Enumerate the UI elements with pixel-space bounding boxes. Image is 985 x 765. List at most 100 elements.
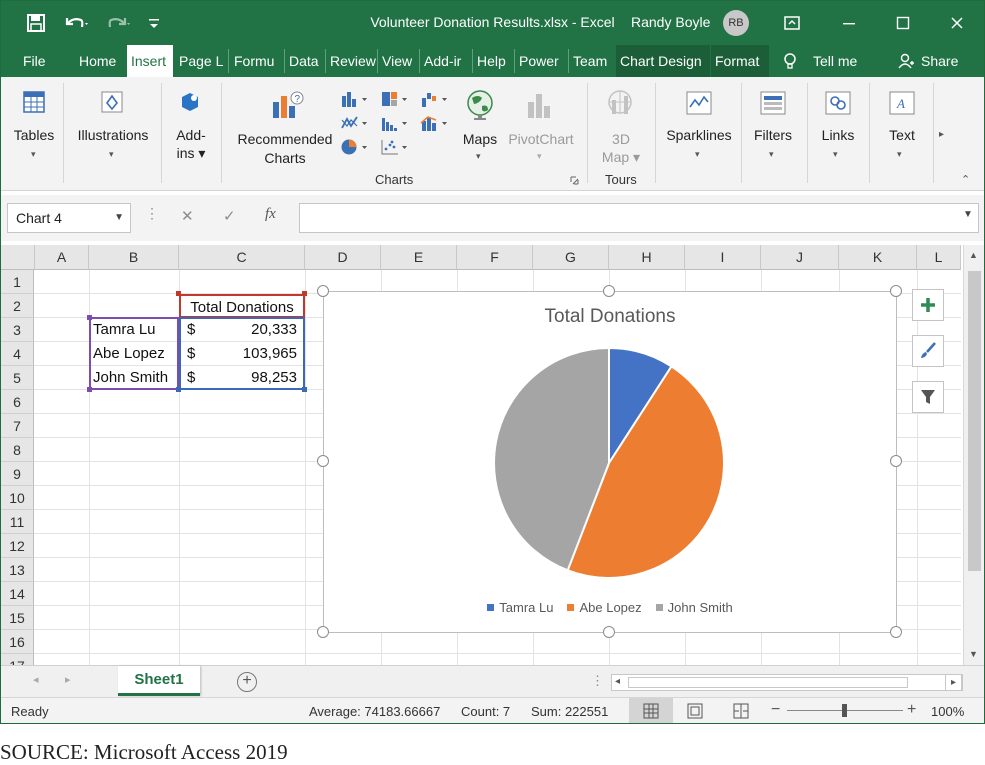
row-header-6[interactable]: 6 — [1, 390, 34, 414]
pivotchart-icon[interactable] — [523, 87, 557, 123]
dialog-launcher-icon[interactable] — [569, 175, 581, 187]
row-header-17[interactable]: 17 — [1, 654, 34, 665]
scroll-thumb[interactable] — [968, 271, 981, 571]
sparklines-icon[interactable] — [684, 89, 714, 117]
next-sheet-icon[interactable]: ▸ — [65, 673, 71, 686]
pie-chart-icon[interactable] — [339, 137, 373, 157]
waterfall-chart-icon[interactable] — [419, 89, 453, 109]
column-header-i[interactable]: I — [685, 245, 761, 270]
close-icon[interactable] — [944, 1, 970, 45]
tab-file[interactable]: File — [19, 45, 59, 77]
legend-item-tamra-lu[interactable]: Tamra Lu — [487, 600, 553, 615]
scroll-right-icon[interactable]: ▸ — [945, 674, 962, 691]
tab-formulas[interactable]: Formu — [230, 45, 284, 77]
page-break-view-button[interactable] — [733, 703, 749, 722]
chart-legend[interactable]: Tamra Lu Abe Lopez John Smith — [324, 600, 896, 615]
vertical-scrollbar[interactable]: ▲ ▼ — [963, 245, 984, 665]
add-ins-button[interactable]: Add- — [169, 125, 213, 145]
resize-handle[interactable] — [890, 626, 902, 638]
3d-map-button[interactable]: 3D — [599, 129, 643, 149]
horizontal-scrollbar[interactable]: ◂ — [611, 674, 963, 691]
zoom-slider-thumb[interactable] — [842, 704, 847, 717]
row-header-15[interactable]: 15 — [1, 606, 34, 630]
maps-button[interactable]: Maps — [457, 129, 503, 149]
row-header-8[interactable]: 8 — [1, 438, 34, 462]
resize-handle[interactable] — [890, 285, 902, 297]
select-all-corner[interactable] — [1, 245, 35, 270]
sparklines-button[interactable]: Sparklines — [663, 125, 735, 145]
h-scroll-thumb[interactable] — [628, 677, 908, 688]
row-header-9[interactable]: 9 — [1, 462, 34, 486]
cell-b4[interactable]: Abe Lopez — [93, 342, 165, 366]
zoom-in-button[interactable]: + — [907, 701, 916, 719]
tab-review[interactable]: Review — [326, 45, 376, 77]
chevron-down-icon[interactable]: ▼ — [114, 212, 124, 223]
text-box-icon[interactable]: A — [887, 89, 917, 117]
pie-chart[interactable]: Total Donations Tamra Lu Abe Lopez John … — [323, 291, 897, 633]
collapse-ribbon-icon[interactable]: ⌃ — [961, 173, 970, 186]
column-header-a[interactable]: A — [35, 245, 89, 270]
tab-home[interactable]: Home — [75, 45, 123, 77]
redo-icon[interactable] — [103, 1, 133, 45]
pie-plot-area[interactable] — [324, 292, 896, 632]
row-header-2[interactable]: 2 — [1, 294, 34, 318]
globe-icon[interactable] — [463, 87, 497, 123]
tab-insert[interactable]: Insert — [127, 45, 173, 77]
row-header-14[interactable]: 14 — [1, 582, 34, 606]
customize-toolbar-icon[interactable] — [145, 1, 163, 45]
scroll-up-icon[interactable]: ▲ — [969, 250, 978, 260]
formula-input[interactable] — [299, 203, 979, 233]
prev-sheet-icon[interactable]: ◂ — [33, 673, 39, 686]
line-chart-icon[interactable] — [339, 113, 373, 133]
recommended-charts-button[interactable]: Recommended — [233, 129, 337, 149]
cancel-entry-icon[interactable]: ✕ — [181, 207, 194, 225]
chart-filters-button[interactable] — [912, 381, 944, 413]
hierarchy-chart-icon[interactable] — [379, 89, 413, 109]
row-header-4[interactable]: 4 — [1, 342, 34, 366]
tab-data[interactable]: Data — [285, 45, 325, 77]
pivotchart-button[interactable]: PivotChart — [503, 129, 579, 149]
user-name[interactable]: Randy Boyle — [631, 14, 710, 30]
maximize-icon[interactable] — [890, 1, 916, 45]
text-button[interactable]: Text — [881, 125, 923, 145]
share-icon[interactable] — [896, 45, 916, 77]
link-icon[interactable] — [823, 89, 853, 117]
row-header-16[interactable]: 16 — [1, 630, 34, 654]
tell-me-search[interactable]: Tell me — [809, 45, 869, 77]
tab-power[interactable]: Power — [515, 45, 567, 77]
tab-chart-design[interactable]: Chart Design — [616, 45, 710, 77]
page-layout-view-button[interactable] — [687, 703, 703, 722]
share-button[interactable]: Share — [917, 45, 967, 77]
shapes-icon[interactable] — [99, 89, 125, 115]
resize-handle[interactable] — [317, 455, 329, 467]
cell-c2[interactable]: Total Donations — [179, 294, 305, 318]
name-box[interactable]: Chart 4 ▼ — [7, 203, 131, 233]
resize-handle[interactable] — [317, 285, 329, 297]
column-header-b[interactable]: B — [89, 245, 179, 270]
column-header-c[interactable]: C — [179, 245, 305, 270]
resize-handle[interactable] — [603, 626, 615, 638]
zoom-level[interactable]: 100% — [931, 704, 964, 719]
illustrations-button[interactable]: Illustrations — [73, 125, 153, 145]
scroll-down-icon[interactable]: ▼ — [969, 649, 978, 659]
column-header-l[interactable]: L — [917, 245, 961, 270]
cell-c3[interactable]: 20,333 — [201, 318, 297, 342]
statistic-chart-icon[interactable] — [379, 113, 413, 133]
row-header-3[interactable]: 3 — [1, 318, 34, 342]
3d-map-icon[interactable] — [603, 87, 637, 123]
tables-button[interactable]: Tables — [11, 125, 57, 145]
column-header-d[interactable]: D — [305, 245, 381, 270]
tab-page-layout[interactable]: Page L — [175, 45, 227, 77]
zoom-out-button[interactable]: − — [771, 701, 780, 719]
legend-item-abe-lopez[interactable]: Abe Lopez — [567, 600, 642, 615]
normal-view-button[interactable] — [629, 698, 673, 723]
tab-help[interactable]: Help — [473, 45, 513, 77]
resize-handle[interactable] — [317, 626, 329, 638]
cell-b5[interactable]: John Smith — [93, 366, 168, 390]
row-header-12[interactable]: 12 — [1, 534, 34, 558]
column-header-k[interactable]: K — [839, 245, 917, 270]
filters-button[interactable]: Filters — [747, 125, 799, 145]
row-header-10[interactable]: 10 — [1, 486, 34, 510]
tab-view[interactable]: View — [378, 45, 418, 77]
confirm-entry-icon[interactable]: ✓ — [223, 207, 236, 225]
